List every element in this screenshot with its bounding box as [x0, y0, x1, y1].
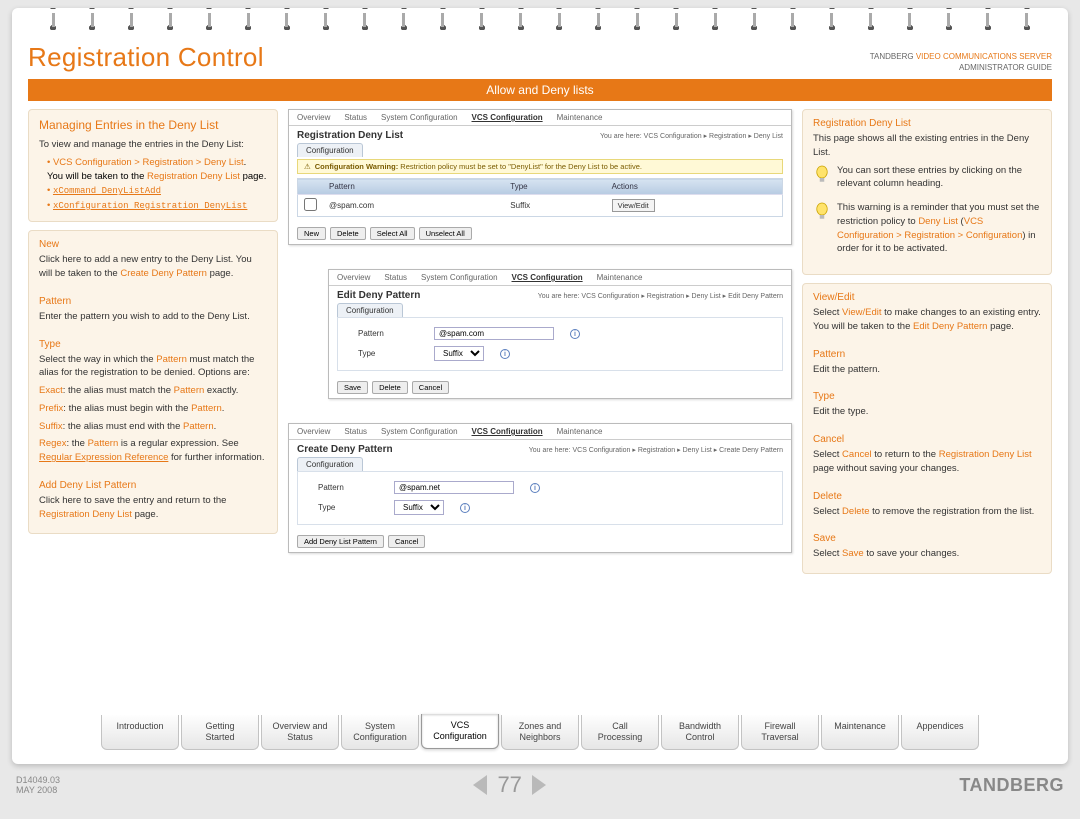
right-top-panel: Registration Deny List This page shows a…	[802, 109, 1052, 275]
page-number: 77	[497, 772, 521, 798]
cancel-button[interactable]: Cancel	[388, 535, 425, 548]
spiral-binding	[12, 8, 1068, 30]
edit-pattern-input[interactable]	[434, 327, 554, 340]
bottom-nav-tabs: IntroductionGettingStartedOverview andSt…	[28, 715, 1052, 750]
right-bottom-panel: View/Edit Select View/Edit to make chang…	[802, 283, 1052, 574]
bottom-tab[interactable]: VCSConfiguration	[421, 714, 499, 749]
warning-bar: ⚠ Configuration Warning: Restriction pol…	[297, 159, 783, 174]
add-deny-pattern-button[interactable]: Add Deny List Pattern	[297, 535, 384, 548]
tandberg-logo: TANDBERG	[959, 775, 1064, 796]
info-icon[interactable]: i	[460, 503, 470, 513]
link-xcommand[interactable]: xCommand DenyListAdd	[53, 186, 161, 196]
bottom-tab[interactable]: FirewallTraversal	[741, 715, 819, 750]
save-button[interactable]: Save	[337, 381, 368, 394]
warning-icon: ⚠	[304, 162, 311, 171]
new-panel: New Click here to add a new entry to the…	[28, 230, 278, 534]
info-icon[interactable]: i	[500, 349, 510, 359]
managing-panel: Managing Entries in the Deny List To vie…	[28, 109, 278, 222]
unselect-all-button[interactable]: Unselect All	[419, 227, 472, 240]
bottom-tab[interactable]: CallProcessing	[581, 715, 659, 750]
view-edit-link[interactable]: View/Edit	[612, 199, 655, 212]
page-title: Registration Control	[28, 42, 264, 73]
arrow-next-icon[interactable]	[532, 775, 546, 795]
delete-button[interactable]: Delete	[372, 381, 408, 394]
screenshot-registration-deny-list: OverviewStatusSystem Configuration VCS C…	[288, 109, 792, 245]
info-icon[interactable]: i	[530, 483, 540, 493]
create-type-select[interactable]: Suffix	[394, 500, 444, 515]
nav-path-deny-list[interactable]: VCS Configuration > Registration > Deny …	[53, 157, 244, 168]
screenshot-create-deny-pattern: OverviewStatusSystem Configuration VCS C…	[288, 423, 792, 553]
bottom-tab[interactable]: SystemConfiguration	[341, 715, 419, 750]
link-xconfiguration[interactable]: xConfiguration Registration DenyList	[53, 201, 247, 211]
bottom-tab[interactable]: BandwidthControl	[661, 715, 739, 750]
cancel-button[interactable]: Cancel	[412, 381, 449, 394]
page-number-nav: 77	[473, 772, 545, 798]
new-button[interactable]: New	[297, 227, 326, 240]
section-subtitle: Allow and Deny lists	[28, 79, 1052, 101]
create-pattern-input[interactable]	[394, 481, 514, 494]
edit-type-select[interactable]: Suffix	[434, 346, 484, 361]
tab-configuration[interactable]: Configuration	[297, 143, 363, 157]
select-all-button[interactable]: Select All	[370, 227, 415, 240]
bottom-tab[interactable]: Appendices	[901, 715, 979, 750]
row-checkbox[interactable]	[304, 198, 317, 211]
bottom-tab[interactable]: Zones andNeighbors	[501, 715, 579, 750]
brand-block: TANDBERG VIDEO COMMUNICATIONS SERVER ADM…	[870, 51, 1052, 73]
doc-reference: D14049.03MAY 2008	[16, 775, 60, 795]
bottom-tab[interactable]: GettingStarted	[181, 715, 259, 750]
bottom-tab[interactable]: Overview andStatus	[261, 715, 339, 750]
col-pattern[interactable]: Pattern	[323, 179, 504, 195]
table-row: @spam.com Suffix View/Edit	[298, 195, 783, 217]
delete-button[interactable]: Delete	[330, 227, 366, 240]
managing-heading: Managing Entries in the Deny List	[39, 118, 267, 132]
bottom-tab[interactable]: Introduction	[101, 715, 179, 750]
lightbulb-icon	[813, 164, 831, 186]
lightbulb-icon	[813, 201, 831, 223]
arrow-prev-icon[interactable]	[473, 775, 487, 795]
link-regex-reference[interactable]: Regular Expression Reference	[39, 452, 168, 463]
bottom-tab[interactable]: Maintenance	[821, 715, 899, 750]
col-type[interactable]: Type	[504, 179, 605, 195]
col-actions[interactable]: Actions	[606, 179, 783, 195]
info-icon[interactable]: i	[570, 329, 580, 339]
screenshot-edit-deny-pattern: OverviewStatusSystem Configuration VCS C…	[328, 269, 792, 399]
